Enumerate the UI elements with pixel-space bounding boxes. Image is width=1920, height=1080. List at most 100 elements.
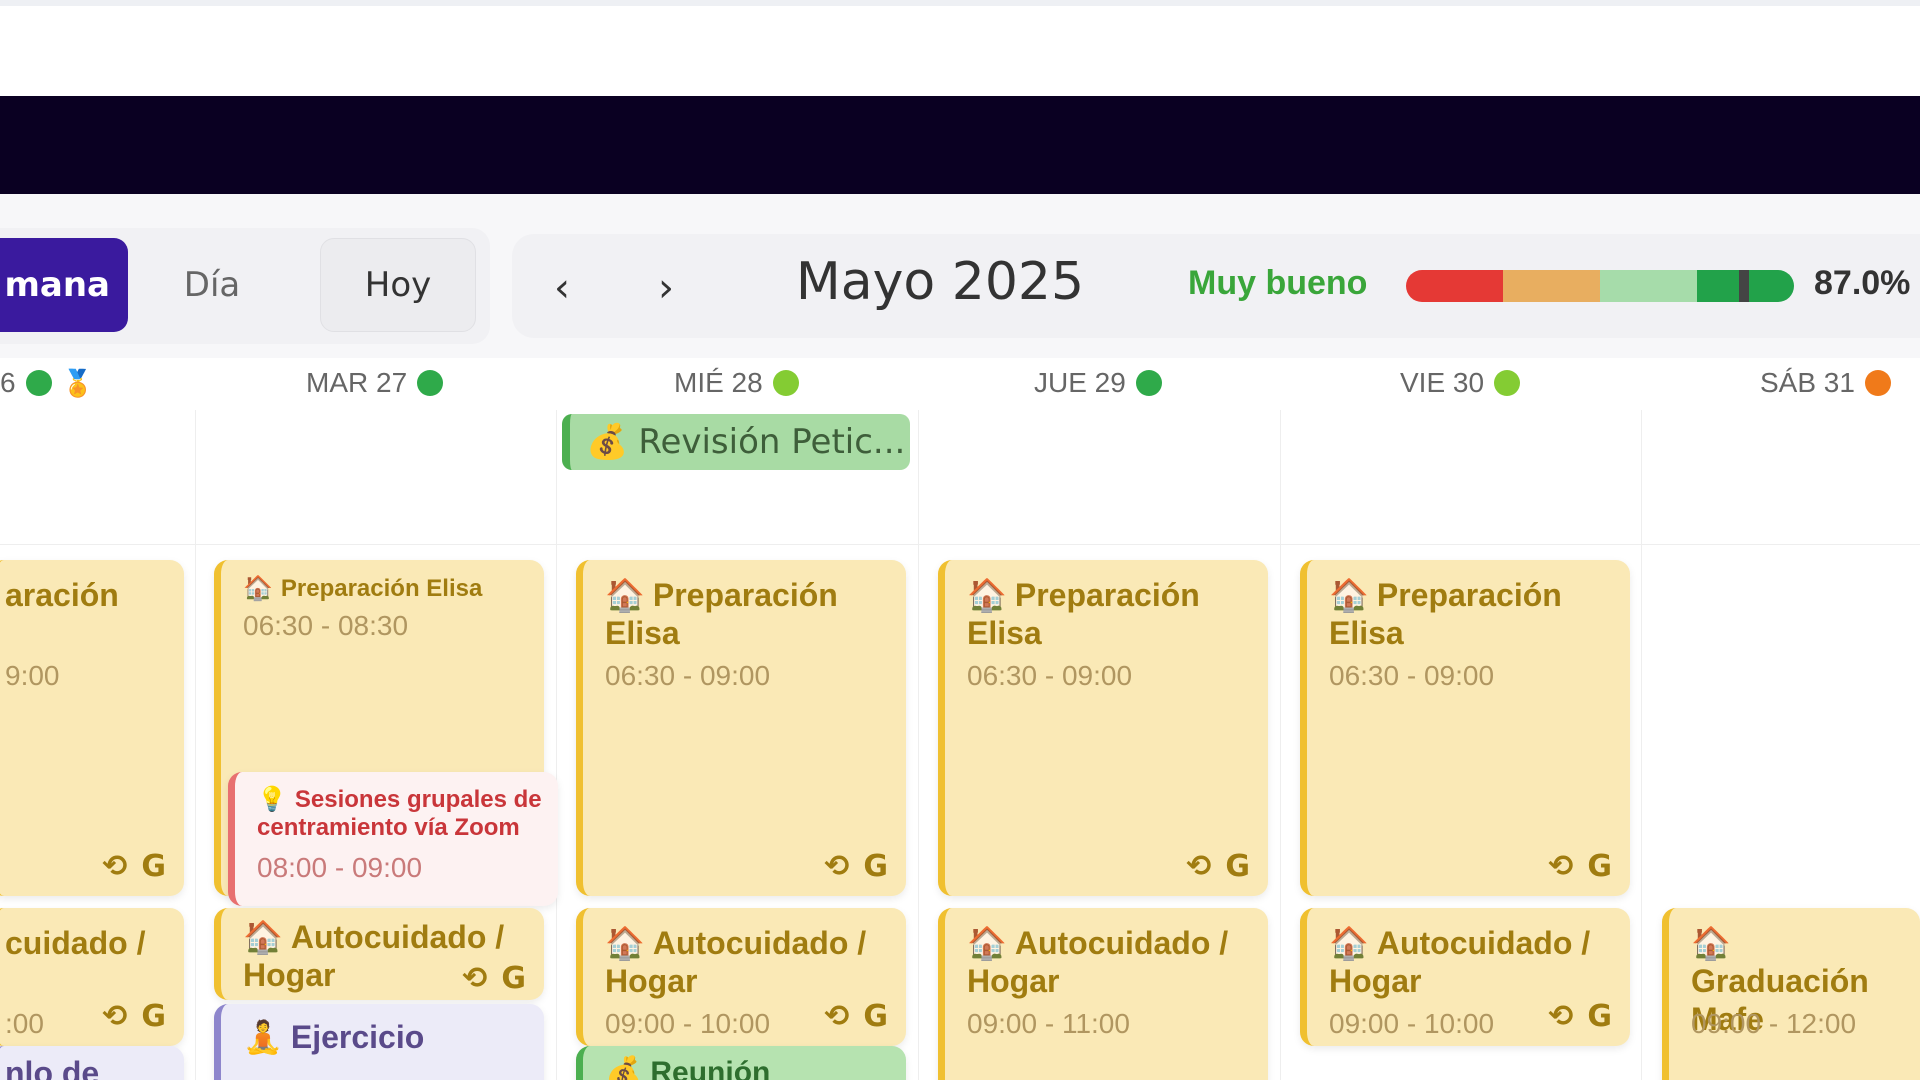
repeat-icon: ⟲ — [824, 849, 850, 884]
status-dot — [1864, 370, 1891, 396]
event-title: 🏠 Preparación Elisa — [243, 575, 483, 602]
event-preparacion-29[interactable]: 🏠 Preparación Elisa 06:30 - 09:00 ⟲ G — [938, 560, 1268, 896]
rating-seg-fair — [1503, 270, 1600, 302]
event-icons: ⟲ G — [824, 999, 888, 1034]
house-icon: 🏠 — [1329, 925, 1369, 961]
google-icon: G — [863, 849, 888, 884]
repeat-icon: ⟲ — [824, 999, 850, 1034]
rating-label: Muy bueno — [1188, 264, 1368, 302]
event-time: 09:00 - 10:00 — [1329, 1008, 1495, 1039]
day-header-mar-27[interactable]: MAR 27 — [306, 362, 444, 404]
day-header-sab-31[interactable]: SÁB 31 — [1760, 362, 1891, 404]
google-icon: G — [1587, 999, 1612, 1034]
event-title: 🏠 Preparación Elisa — [967, 577, 1200, 651]
event-icons: ⟲ G — [462, 961, 526, 996]
event-time: 06:30 - 09:00 — [967, 660, 1133, 691]
column-divider — [1280, 410, 1281, 1080]
column-divider — [195, 410, 196, 1080]
google-icon: G — [141, 849, 166, 884]
day-label: VIE 30 — [1400, 367, 1485, 398]
event-autocuidado-26[interactable]: cuidado / :00 ⟲ G — [0, 908, 184, 1046]
google-icon: G — [1587, 849, 1612, 884]
house-icon: 🏠 — [605, 577, 645, 613]
status-dot — [1135, 370, 1162, 396]
day-label: SÁB 31 — [1760, 367, 1855, 398]
event-title: 🏠 Autocuidado / Hogar — [967, 925, 1229, 999]
event-autocuidado-27[interactable]: 🏠 Autocuidado / Hogar ⟲ G — [214, 908, 544, 1000]
event-icons: ⟲ G — [824, 849, 888, 884]
google-icon: G — [501, 961, 526, 996]
column-divider — [556, 410, 557, 1080]
day-label: 6 — [0, 367, 16, 398]
event-time: 06:30 - 09:00 — [1329, 660, 1495, 691]
rating-bar — [1406, 270, 1794, 302]
google-icon: G — [1225, 849, 1250, 884]
header-bar — [0, 96, 1920, 194]
repeat-icon: ⟲ — [1186, 849, 1212, 884]
event-time: 09:00 - 10:00 — [605, 1008, 771, 1039]
event-title: cuidado / — [5, 925, 146, 961]
view-week-button[interactable]: mana — [0, 238, 128, 332]
event-autocuidado-30[interactable]: 🏠 Autocuidado / Hogar 09:00 - 10:00 ⟲ G — [1300, 908, 1630, 1046]
event-title: 🏠 Autocuidado / Hogar — [1329, 925, 1591, 999]
repeat-icon: ⟲ — [462, 961, 488, 996]
event-ejercicio-27[interactable]: 🧘 Ejercicio — [214, 1004, 544, 1080]
day-header-mie-28[interactable]: MIÉ 28 — [674, 362, 799, 404]
event-ciclo-26[interactable]: nlo de — [0, 1046, 184, 1080]
chevron-left-icon[interactable]: ‹ — [534, 260, 590, 316]
event-icons: ⟲ G — [102, 849, 166, 884]
event-icons: ⟲ G — [1548, 999, 1612, 1034]
meditation-icon: 🧘 — [243, 1019, 283, 1055]
rating-seg-bad — [1406, 270, 1503, 302]
event-title: nlo de — [5, 1055, 100, 1080]
rating-marker — [1738, 270, 1749, 302]
allday-event[interactable]: 💰 Revisión Petic... — [562, 414, 910, 470]
day-header-jue-29[interactable]: JUE 29 — [1034, 362, 1162, 404]
bulb-icon: 💡 — [257, 786, 287, 813]
repeat-icon: ⟲ — [102, 999, 128, 1034]
view-day-button[interactable]: Día — [150, 238, 274, 332]
allday-separator — [0, 544, 1920, 545]
day-label: JUE 29 — [1034, 367, 1126, 398]
repeat-icon: ⟲ — [102, 849, 128, 884]
event-reunion-28[interactable]: 💰 Reunión — [576, 1046, 906, 1080]
status-dot — [25, 370, 52, 396]
event-graduacion-31[interactable]: 🏠Graduación Mafe 09:00 - 12:00 — [1662, 908, 1920, 1080]
house-icon: 🏠 — [243, 919, 283, 955]
repeat-icon: ⟲ — [1548, 849, 1574, 884]
event-title: 🏠 Preparación Elisa — [1329, 577, 1562, 651]
day-label: MAR 27 — [306, 367, 408, 398]
house-icon: 🏠 — [605, 925, 645, 961]
event-time: 9:00 — [5, 660, 60, 691]
today-button[interactable]: Hoy — [320, 238, 476, 332]
event-title: 💰 Reunión — [605, 1054, 890, 1080]
event-title: 🏠 Preparación Elisa — [605, 577, 838, 651]
event-icons: ⟲ G — [102, 999, 166, 1034]
chevron-right-icon[interactable]: › — [638, 260, 694, 316]
rating-seg-good — [1600, 270, 1697, 302]
google-icon: G — [141, 999, 166, 1034]
event-autocuidado-28[interactable]: 🏠 Autocuidado / Hogar 09:00 - 10:00 ⟲ G — [576, 908, 906, 1046]
event-title: 🏠 Autocuidado / Hogar — [605, 925, 867, 999]
house-icon: 🏠 — [967, 925, 1007, 961]
event-time: 09:00 - 12:00 — [1691, 1008, 1857, 1039]
event-title: aración — [5, 577, 119, 613]
column-divider — [1641, 410, 1642, 1080]
day-header-vie-30[interactable]: VIE 30 — [1400, 362, 1521, 404]
event-preparacion-26[interactable]: aración 9:00 ⟲ G — [0, 560, 184, 896]
event-preparacion-30[interactable]: 🏠 Preparación Elisa 06:30 - 09:00 ⟲ G — [1300, 560, 1630, 896]
event-preparacion-28[interactable]: 🏠 Preparación Elisa 06:30 - 09:00 ⟲ G — [576, 560, 906, 896]
day-header-26[interactable]: 6 🏅 — [0, 362, 94, 404]
rating-value: 87.0% — [1814, 264, 1911, 302]
event-title: 🧘 Ejercicio — [243, 1019, 425, 1055]
event-autocuidado-29[interactable]: 🏠 Autocuidado / Hogar 09:00 - 11:00 — [938, 908, 1268, 1080]
event-sesiones-27[interactable]: 💡 Sesiones grupales de centramiento vía Z… — [228, 772, 558, 906]
event-time: 06:30 - 08:30 — [243, 610, 409, 641]
event-icons: ⟲ G — [1548, 849, 1612, 884]
month-title: Mayo 2025 — [795, 252, 1085, 312]
money-bag-icon: 💰 — [605, 1056, 643, 1080]
event-time: 06:30 - 09:00 — [605, 660, 771, 691]
event-time: :00 — [5, 1008, 44, 1039]
top-strip — [0, 0, 1920, 6]
house-icon: 🏠 — [967, 577, 1007, 613]
